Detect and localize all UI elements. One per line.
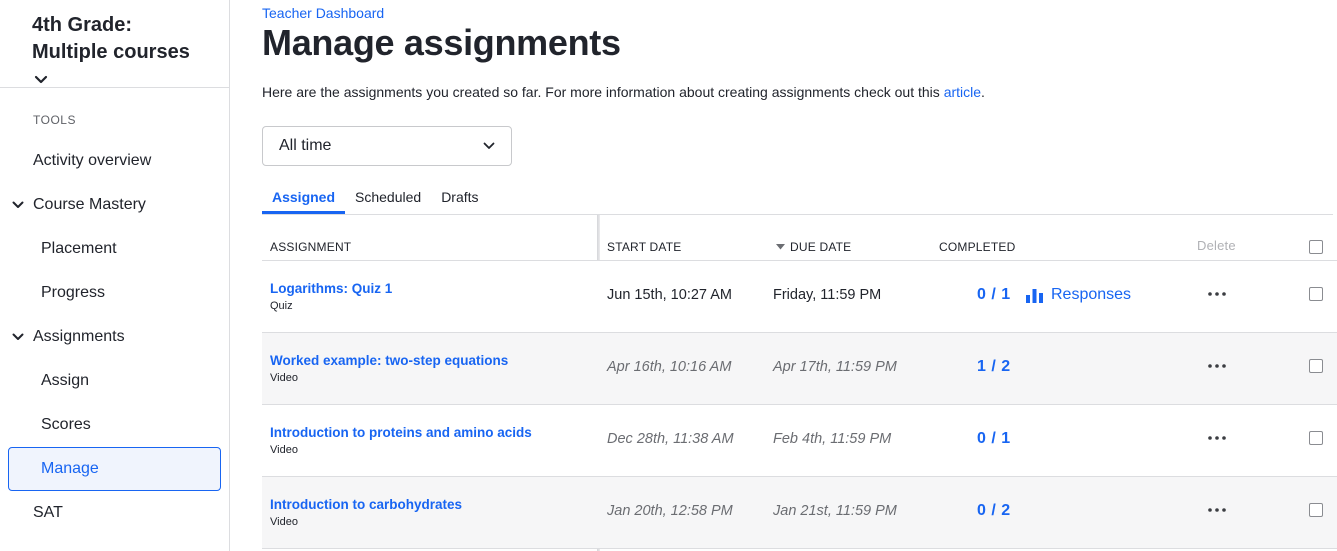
- chevron-down-icon: [11, 330, 25, 344]
- time-filter-select[interactable]: All time: [262, 126, 512, 166]
- header-start-date[interactable]: START DATE: [607, 240, 681, 254]
- assignment-type: Video: [270, 516, 298, 528]
- sort-desc-icon: [776, 244, 785, 250]
- due-date: Feb 4th, 11:59 PM: [773, 431, 892, 447]
- sidebar-item-manage[interactable]: Manage: [8, 447, 221, 491]
- intro-text-body: Here are the assignments you created so …: [262, 84, 944, 100]
- table-row: Logarithms: Quiz 1 Quiz Jun 15th, 10:27 …: [262, 261, 1337, 333]
- row-checkbox[interactable]: [1309, 359, 1323, 373]
- header-due-date-label: DUE DATE: [790, 240, 852, 254]
- chevron-down-icon: [11, 198, 25, 212]
- sidebar-item-label: Assign: [41, 372, 90, 389]
- select-all-checkbox[interactable]: [1309, 240, 1323, 254]
- assignment-type: Video: [270, 372, 298, 384]
- responses-label: Responses: [1051, 286, 1132, 303]
- sidebar-item-label: Assignments: [33, 328, 125, 345]
- row-checkbox[interactable]: [1309, 287, 1323, 301]
- sidebar-item-label: Placement: [41, 240, 117, 257]
- tools-section-label: TOOLS: [33, 113, 76, 127]
- start-date: Dec 28th, 11:38 AM: [607, 431, 734, 447]
- completed-count[interactable]: 0 / 1: [977, 430, 1011, 448]
- sidebar-item-course-mastery[interactable]: Course Mastery: [0, 183, 229, 227]
- assignment-tabs: Assigned Scheduled Drafts: [262, 180, 489, 214]
- more-horizontal-icon[interactable]: [1208, 429, 1226, 447]
- chevron-down-icon: [483, 137, 495, 155]
- start-date: Jun 15th, 10:27 AM: [607, 287, 732, 303]
- more-horizontal-icon[interactable]: [1208, 501, 1226, 519]
- intro-text-end: .: [981, 84, 985, 100]
- row-checkbox[interactable]: [1309, 503, 1323, 517]
- table-row: Introduction to carbohydrates Video Jan …: [262, 477, 1337, 549]
- time-filter-value: All time: [279, 137, 332, 154]
- sidebar-item-assign[interactable]: Assign: [0, 359, 229, 403]
- sidebar-item-placement[interactable]: Placement: [0, 227, 229, 271]
- tab-scheduled[interactable]: Scheduled: [345, 180, 431, 214]
- chevron-down-icon: [34, 66, 48, 93]
- sidebar-item-label: Manage: [41, 460, 99, 477]
- table-header: ASSIGNMENT START DATE DUE DATE COMPLETED…: [262, 215, 1337, 261]
- due-date: Apr 17th, 11:59 PM: [773, 359, 897, 375]
- assignment-title-link[interactable]: Introduction to carbohydrates: [270, 497, 462, 512]
- sidebar-item-label: Scores: [41, 416, 91, 433]
- article-link[interactable]: article: [944, 84, 981, 100]
- course-title: 4th Grade: Multiple courses: [32, 14, 190, 63]
- assignments-table: ASSIGNMENT START DATE DUE DATE COMPLETED…: [262, 215, 1337, 551]
- assignment-title-link[interactable]: Logarithms: Quiz 1: [270, 281, 392, 296]
- header-assignment: ASSIGNMENT: [270, 240, 352, 254]
- sidebar-item-label: Course Mastery: [33, 196, 146, 213]
- sidebar: 4th Grade: Multiple courses TOOLS Activi…: [0, 0, 230, 551]
- sidebar-item-activity-overview[interactable]: Activity overview: [0, 139, 229, 183]
- sidebar-item-sat[interactable]: SAT: [0, 491, 229, 535]
- page-title: Manage assignments: [262, 22, 621, 63]
- assignment-type: Quiz: [270, 300, 293, 312]
- course-selector[interactable]: 4th Grade: Multiple courses: [0, 0, 229, 88]
- header-due-date[interactable]: DUE DATE: [776, 240, 851, 254]
- sidebar-item-progress[interactable]: Progress: [0, 271, 229, 315]
- sidebar-nav: Activity overview Course Mastery Placeme…: [0, 139, 229, 535]
- start-date: Apr 16th, 10:16 AM: [607, 359, 732, 375]
- delete-button[interactable]: Delete: [1197, 238, 1236, 253]
- assignment-title-link[interactable]: Introduction to proteins and amino acids: [270, 425, 532, 440]
- assignment-title-link[interactable]: Worked example: two-step equations: [270, 353, 508, 368]
- more-horizontal-icon[interactable]: [1208, 285, 1226, 303]
- breadcrumb-teacher-dashboard[interactable]: Teacher Dashboard: [262, 5, 384, 21]
- sidebar-item-assignments[interactable]: Assignments: [0, 315, 229, 359]
- assignment-type: Video: [270, 444, 298, 456]
- completed-count[interactable]: 1 / 2: [977, 358, 1011, 376]
- sidebar-item-label: Activity overview: [33, 152, 152, 169]
- row-checkbox[interactable]: [1309, 431, 1323, 445]
- completed-count[interactable]: 0 / 1: [977, 286, 1011, 304]
- due-date: Jan 21st, 11:59 PM: [773, 503, 897, 519]
- header-completed[interactable]: COMPLETED: [939, 240, 1015, 254]
- due-date: Friday, 11:59 PM: [773, 287, 882, 303]
- table-row: Introduction to proteins and amino acids…: [262, 405, 1337, 477]
- tab-assigned[interactable]: Assigned: [262, 180, 346, 214]
- more-horizontal-icon[interactable]: [1208, 357, 1226, 375]
- sidebar-item-label: SAT: [33, 504, 63, 521]
- intro-text: Here are the assignments you created so …: [262, 84, 985, 100]
- completed-count[interactable]: 0 / 2: [977, 502, 1011, 520]
- responses-link[interactable]: Responses: [1026, 286, 1131, 304]
- bar-chart-icon: [1026, 288, 1043, 303]
- sidebar-item-scores[interactable]: Scores: [0, 403, 229, 447]
- tab-drafts[interactable]: Drafts: [431, 180, 488, 214]
- start-date: Jan 20th, 12:58 PM: [607, 503, 733, 519]
- table-row: Worked example: two-step equations Video…: [262, 333, 1337, 405]
- sidebar-item-label: Progress: [41, 284, 106, 301]
